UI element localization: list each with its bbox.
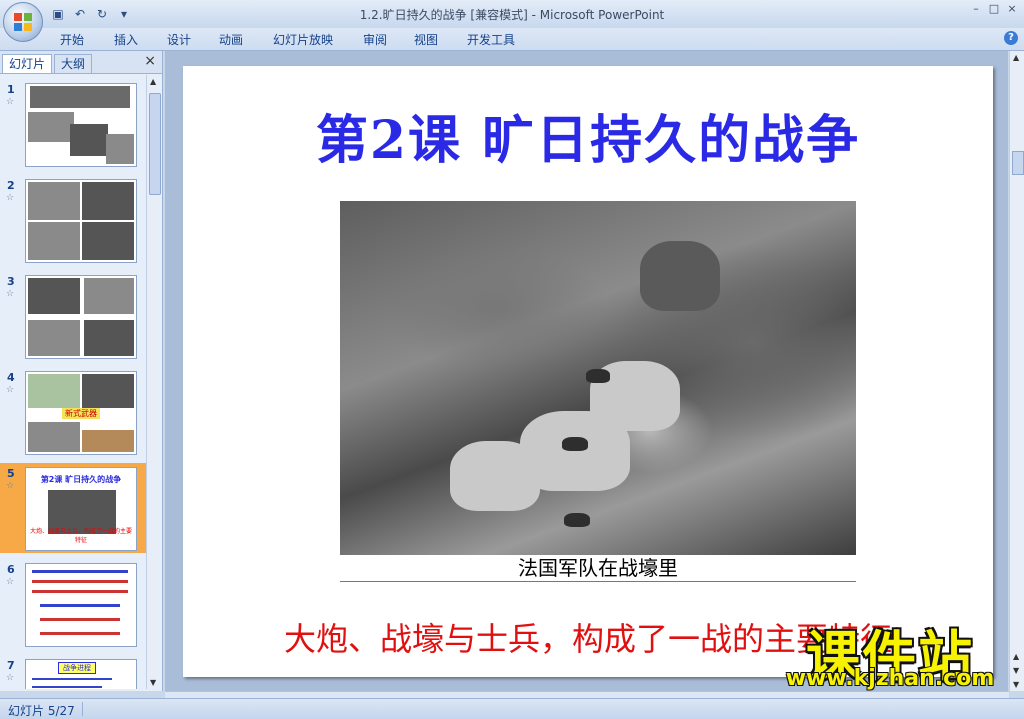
scroll-down-icon[interactable]: ▼ <box>1013 680 1019 689</box>
title-bar: ▣ ↶ ↻ ▾ 1.2.旷日持久的战争 [兼容模式] - Microsoft P… <box>0 0 1024 28</box>
thumbnail-number: 3 <box>7 275 15 288</box>
thumbnail-label: 战争进程 <box>58 662 96 674</box>
maximize-button[interactable]: □ <box>986 2 1002 16</box>
next-slide-icon[interactable]: ▼ <box>1013 666 1019 675</box>
current-slide[interactable]: 第2课 旷日持久的战争 法国军队在战壕里 大炮、战壕与士兵，构成了一战的主要特征 <box>183 66 993 677</box>
tab-animations[interactable]: 动画 <box>219 31 243 48</box>
slide-thumbnail-4[interactable]: 4 ☆ 新式武器 <box>0 367 146 457</box>
slide-thumbnail-6[interactable]: 6 ☆ <box>0 559 146 649</box>
slide-thumbnail-3[interactable]: 3 ☆ <box>0 271 146 361</box>
thumbnail-preview: 新式武器 <box>25 371 137 455</box>
animation-star-icon: ☆ <box>6 289 15 299</box>
tab-view[interactable]: 视图 <box>414 31 438 48</box>
panel-tabs: 幻灯片 大纲 × <box>0 51 162 74</box>
thumbnail-label: 新式武器 <box>62 408 100 419</box>
tab-slideshow[interactable]: 幻灯片放映 <box>273 31 333 48</box>
slide-count: 幻灯片 5/27 <box>8 704 75 718</box>
thumbnail-number: 4 <box>7 371 15 384</box>
tab-insert[interactable]: 插入 <box>114 31 138 48</box>
slide-canvas: 第2课 旷日持久的战争 法国军队在战壕里 大炮、战壕与士兵，构成了一战的主要特征 <box>165 51 1008 691</box>
tab-developer[interactable]: 开发工具 <box>467 31 515 48</box>
animation-star-icon: ☆ <box>6 193 15 203</box>
tab-design[interactable]: 设计 <box>167 31 191 48</box>
slide-scrollbar[interactable]: ▲ ▲ ▼ ▼ <box>1009 51 1024 691</box>
slide-thumbnail-1[interactable]: 1 ☆ <box>0 79 146 169</box>
slide-thumbnail-7[interactable]: 7 ☆ 战争进程 <box>0 655 146 689</box>
status-bar: 幻灯片 5/27 <box>0 698 1024 719</box>
close-panel-icon[interactable]: × <box>144 53 156 69</box>
animation-star-icon: ☆ <box>6 97 15 107</box>
thumbnail-number: 6 <box>7 563 15 576</box>
thumbnail-preview <box>25 179 137 263</box>
thumbnail-caption: 大炮、战壕与士兵，构成了一战的主要特征 <box>29 528 132 544</box>
thumbnail-number: 1 <box>7 83 15 96</box>
animation-star-icon: ☆ <box>6 577 15 587</box>
window-controls: – □ × <box>968 2 1020 16</box>
slides-panel: 幻灯片 大纲 × 1 ☆ 2 ☆ 3 ☆ 4 ☆ 新式武器 5 ☆ 第2课 旷日… <box>0 51 163 691</box>
tab-outline[interactable]: 大纲 <box>54 54 93 73</box>
thumbnail-preview <box>25 83 137 167</box>
thumbnail-number: 7 <box>7 659 15 672</box>
ribbon-tabs: 开始 插入 设计 动画 幻灯片放映 审阅 视图 开发工具 ? <box>0 28 1024 51</box>
minimize-button[interactable]: – <box>968 2 984 16</box>
status-divider <box>82 702 83 716</box>
scroll-up-icon[interactable]: ▲ <box>1013 53 1019 62</box>
office-logo-icon <box>14 13 32 31</box>
thumbnail-preview <box>25 275 137 359</box>
office-button[interactable] <box>3 2 43 42</box>
animation-star-icon: ☆ <box>6 481 15 491</box>
window-title: 1.2.旷日持久的战争 [兼容模式] - Microsoft PowerPoin… <box>359 8 665 22</box>
thumbnail-number: 2 <box>7 179 15 192</box>
scroll-up-icon[interactable]: ▲ <box>150 77 156 86</box>
tab-review[interactable]: 审阅 <box>363 31 387 48</box>
thumbnail-preview <box>25 563 137 647</box>
close-button[interactable]: × <box>1004 2 1020 16</box>
thumbnail-scrollbar[interactable]: ▲ ▼ <box>146 75 161 689</box>
slide-title: 第2课 旷日持久的战争 <box>315 110 861 171</box>
previous-slide-icon[interactable]: ▲ <box>1013 652 1019 661</box>
thumbnail-preview: 第2课 旷日持久的战争 大炮、战壕与士兵，构成了一战的主要特征 <box>25 467 137 551</box>
slide-thumbnail-5[interactable]: 5 ☆ 第2课 旷日持久的战争 大炮、战壕与士兵，构成了一战的主要特征 <box>0 463 146 553</box>
animation-star-icon: ☆ <box>6 385 15 395</box>
thumbnail-number: 5 <box>7 467 15 480</box>
thumbnail-list: 1 ☆ 2 ☆ 3 ☆ 4 ☆ 新式武器 5 ☆ 第2课 旷日持久的战争 大炮、… <box>0 75 146 689</box>
trench-photo <box>340 201 856 555</box>
tab-slides[interactable]: 幻灯片 <box>2 54 53 73</box>
photo-caption: 法国军队在战壕里 <box>340 555 856 582</box>
tab-home[interactable]: 开始 <box>60 31 84 48</box>
slide-thumbnail-2[interactable]: 2 ☆ <box>0 175 146 265</box>
watermark-url: www.kjzhan.com <box>785 666 995 691</box>
animation-star-icon: ☆ <box>6 673 15 683</box>
scrollbar-thumb[interactable] <box>1012 151 1024 175</box>
scrollbar-thumb[interactable] <box>149 93 161 195</box>
scroll-down-icon[interactable]: ▼ <box>150 678 156 687</box>
help-icon[interactable]: ? <box>1004 31 1018 45</box>
watermark: 课件站 www.kjzhan.com <box>772 612 1008 694</box>
thumbnail-preview: 战争进程 <box>25 659 137 689</box>
thumbnail-title: 第2课 旷日持久的战争 <box>40 475 122 484</box>
